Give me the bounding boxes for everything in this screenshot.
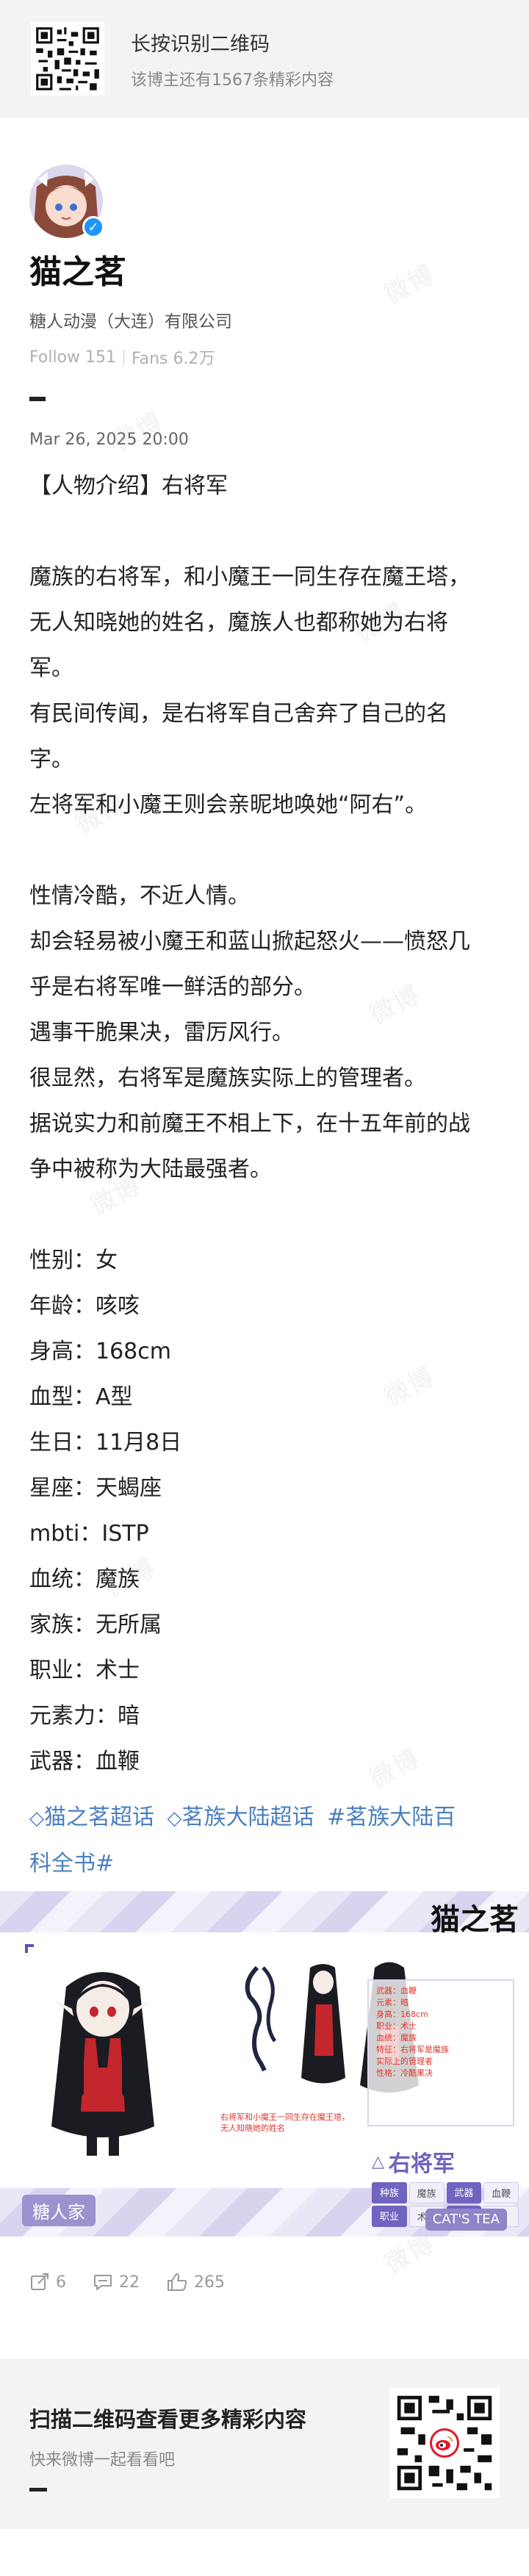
- bottom-qr-banner[interactable]: 扫描二维码查看更多精彩内容 快来微博一起看看吧: [0, 2359, 529, 2529]
- frame-corner: [25, 1944, 34, 1953]
- avatar[interactable]: ✓: [29, 165, 104, 238]
- info-line: 职业：术士: [376, 2021, 417, 2031]
- post-text-line: 星座：天蝎座: [29, 1475, 162, 1501]
- weibo-qr-code[interactable]: [389, 2388, 500, 2498]
- post-text-line: 遇事干脆果决，雷厉风行。: [29, 1020, 294, 1046]
- hashtag-link[interactable]: ◇猫之茗超话: [29, 1805, 154, 1830]
- post-text-line: mbti：ISTP: [29, 1521, 149, 1547]
- banner-subtitle: 该博主还有1567条精彩内容: [131, 71, 334, 90]
- post-text-line: 【人物介绍】右将军: [29, 473, 228, 499]
- post-text-line: 武器：血鞭: [29, 1749, 140, 1774]
- info-line: 性格：冷酷果决: [376, 2068, 433, 2078]
- repost-button[interactable]: 6: [29, 2272, 66, 2292]
- section-divider: [29, 2488, 47, 2492]
- attr-key: 武器: [446, 2182, 482, 2203]
- post-text-line: 血型：A型: [29, 1384, 133, 1410]
- post-text-line: 性情冷酷，不近人情。: [29, 883, 250, 909]
- attr-value: 魔族: [409, 2182, 445, 2203]
- repost-icon: [31, 2273, 48, 2290]
- verified-badge-icon: ✓: [82, 216, 104, 238]
- attr-key: 职业: [372, 2206, 407, 2227]
- studio-logo: 糖人家: [22, 2195, 96, 2226]
- like-button[interactable]: 265: [166, 2272, 225, 2292]
- post-text-line: 职业：术士: [29, 1658, 140, 1683]
- post-text-line: 乎是右将军唯一鲜活的部分。: [29, 974, 316, 1000]
- user-name[interactable]: 猫之茗: [29, 245, 500, 292]
- info-line: 特征：右将军是魔族: [376, 2045, 449, 2054]
- character-name-plate: △ 右将军: [372, 2145, 455, 2178]
- comment-count: 22: [119, 2273, 140, 2292]
- divider: [123, 349, 124, 365]
- comment-button[interactable]: 22: [93, 2272, 140, 2292]
- post-text-line: 争中被称为大陆最强者。: [29, 1156, 272, 1182]
- user-company: 糖人动漫（大连）有限公司: [29, 312, 232, 331]
- qr-code-icon[interactable]: [31, 22, 104, 96]
- post-text-line: 据说实力和前魔王不相上下，在十五年前的战: [29, 1111, 470, 1137]
- post-text-line: 却会轻易被小魔王和蓝山掀起怒火——愤怒几: [29, 929, 470, 954]
- post-text-line: 生日：11月8日: [29, 1430, 182, 1456]
- post-text-line: 有民间传闻，是右将军自己舍弃了自己的名: [29, 701, 448, 727]
- info-line: 实际上的管理者: [376, 2057, 433, 2066]
- post-text-line: 很显然，右将军是魔族实际上的管理者。: [29, 1065, 426, 1091]
- follow-count[interactable]: Follow 151: [29, 348, 116, 367]
- triangle-icon: △: [372, 2152, 384, 2171]
- attr-key: 种族: [372, 2182, 407, 2203]
- cats-tea-logo: CAT'S TEA: [425, 2209, 507, 2231]
- super-topic-icon: ◇: [29, 1807, 44, 1830]
- follow-stats: Follow 151 Fans 6.2万: [29, 345, 500, 369]
- info-line: 元素：暗: [376, 1998, 409, 2007]
- post-image-character-sheet[interactable]: 猫之茗 武器：血鞭元素：暗身高：168cm 职业：术士血统：魔族特征：右将军是魔族…: [0, 1891, 529, 2237]
- character-name: 右将军: [388, 2151, 455, 2177]
- hashtag-link[interactable]: ◇茗族大陆超话: [168, 1805, 314, 1830]
- post-text-line: 元素力：暗: [29, 1703, 140, 1729]
- thumbs-up-icon: [168, 2273, 187, 2291]
- fans-count[interactable]: Fans 6.2万: [132, 345, 215, 369]
- character-main-illustration: [51, 1972, 154, 2156]
- action-bar: 6 22 265: [0, 2237, 529, 2322]
- post-text-line: 身高：168cm: [29, 1339, 171, 1364]
- post-text-line: 字。: [29, 746, 73, 772]
- post-date: Mar 26, 2025 20:00: [29, 431, 189, 449]
- super-topic-icon: ◇: [167, 1807, 182, 1830]
- hashtag-row: ◇猫之茗超话 ◇茗族大陆超话 #茗族大陆百 科全书#: [29, 1795, 500, 1887]
- bottom-banner-subtitle: 快来微博一起看看吧: [29, 2451, 176, 2469]
- character-info-card: 武器：血鞭元素：暗身高：168cm 职业：术士血统：魔族特征：右将军是魔族 实际上的…: [367, 1979, 514, 2126]
- attr-value: 血鞭: [483, 2182, 519, 2203]
- post-text-line: 性别：女: [29, 1248, 118, 1273]
- section-divider: [29, 397, 46, 401]
- info-line: 身高：168cm: [376, 2010, 428, 2019]
- post-text-line: 血统：魔族: [29, 1566, 140, 1592]
- comment-icon: [94, 2275, 112, 2290]
- info-line: 血统：魔族: [376, 2033, 417, 2043]
- sheet-logo: 猫之茗: [431, 1902, 519, 1937]
- character-note: 右将军和小魔王一同生存在魔王塔，无人知晓她的姓名: [220, 2112, 350, 2133]
- post-text-line: 左将军和小魔王则会亲昵地唤她“阿右”。: [29, 792, 428, 818]
- post-text-line: 无人知晓她的姓名，魔族人也都称她为右将: [29, 610, 448, 636]
- like-count: 265: [194, 2273, 225, 2292]
- post-text-line: 家族：无所属: [29, 1612, 162, 1638]
- bottom-banner-title: 扫描二维码查看更多精彩内容: [29, 2407, 307, 2432]
- repost-count: 6: [56, 2273, 66, 2292]
- top-qr-banner[interactable]: 长按识别二维码 该博主还有1567条精彩内容: [0, 0, 529, 118]
- post-text-line: 军。: [29, 655, 73, 681]
- post-body: 【人物介绍】右将军魔族的右将军，和小魔王一同生存在魔王塔， 无人知晓她的姓名，魔族…: [29, 464, 500, 1785]
- weibo-logo-icon: [430, 2428, 459, 2458]
- post-text-line: 年龄：咳咳: [29, 1293, 140, 1319]
- post-text-line: 魔族的右将军，和小魔王一同生存在魔王塔，: [29, 564, 470, 590]
- info-line: 武器：血鞭: [376, 1986, 417, 1996]
- banner-title: 长按识别二维码: [131, 32, 270, 56]
